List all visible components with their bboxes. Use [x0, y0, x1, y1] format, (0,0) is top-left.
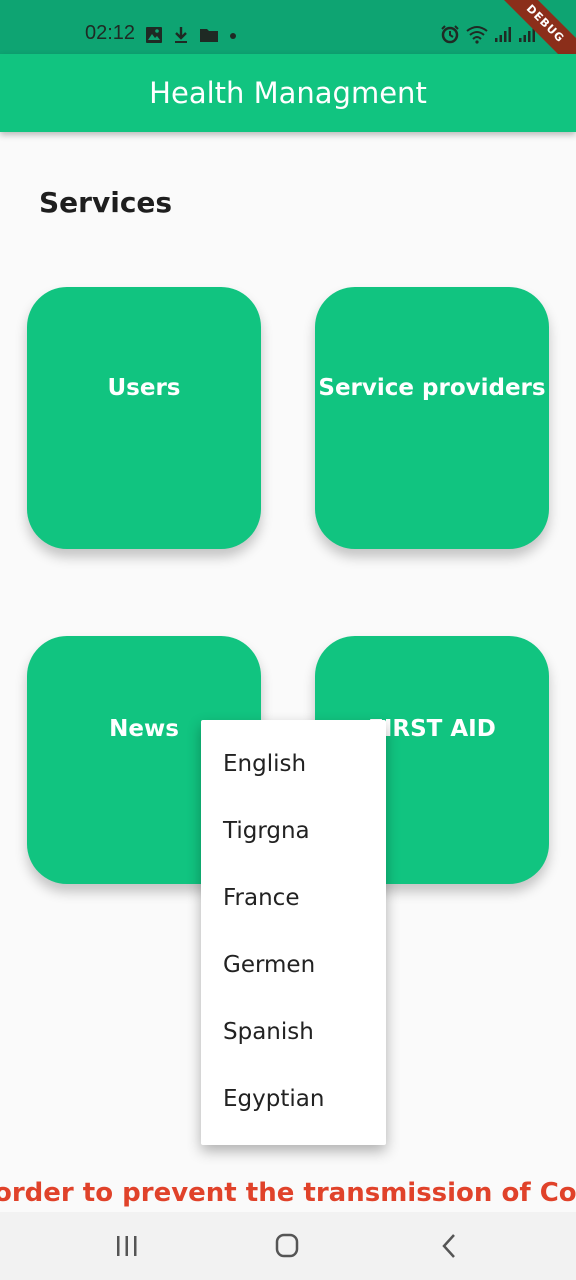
back-icon: [430, 1234, 470, 1266]
status-bar: 02:12 DEBUG: [0, 0, 576, 86]
navigation-bar: [0, 1212, 576, 1280]
image-icon: [145, 26, 163, 49]
app-bar: Health Managment: [0, 54, 576, 132]
alarm-icon: [440, 24, 460, 49]
status-time: 02:12: [85, 22, 136, 44]
wifi-icon: [466, 24, 488, 49]
menu-item-egyptian[interactable]: Egyptian: [201, 1065, 386, 1132]
signal-icon: [494, 25, 512, 48]
section-title: Services: [39, 186, 173, 219]
status-left-icons: [145, 26, 238, 49]
folder-icon: [199, 26, 219, 49]
menu-item-tigrgna[interactable]: Tigrgna: [201, 797, 386, 864]
service-providers-card-label: Service providers: [318, 375, 546, 401]
status-right-icons: [440, 24, 536, 49]
recent-apps-button[interactable]: [107, 1230, 147, 1262]
users-card-label: Users: [107, 375, 181, 401]
download-icon: [172, 26, 190, 49]
home-button[interactable]: [267, 1230, 307, 1262]
menu-item-spanish[interactable]: Spanish: [201, 998, 386, 1065]
service-providers-card[interactable]: Service providers: [315, 287, 549, 549]
menu-item-france[interactable]: France: [201, 864, 386, 931]
screen: 02:12 DEBUG Health Managment Services Us…: [0, 0, 576, 1280]
app-title: Health Managment: [149, 76, 427, 110]
users-card[interactable]: Users: [27, 287, 261, 549]
home-icon: [267, 1233, 307, 1266]
dot-icon: [228, 26, 238, 49]
menu-item-english[interactable]: English: [201, 730, 386, 797]
recent-apps-icon: [107, 1236, 147, 1266]
language-menu: English Tigrgna France Germen Spanish Eg…: [201, 720, 386, 1145]
menu-item-germen[interactable]: Germen: [201, 931, 386, 998]
back-button[interactable]: [430, 1230, 470, 1262]
covid-marquee-text: order to prevent the transmission of Cov…: [0, 1178, 576, 1208]
